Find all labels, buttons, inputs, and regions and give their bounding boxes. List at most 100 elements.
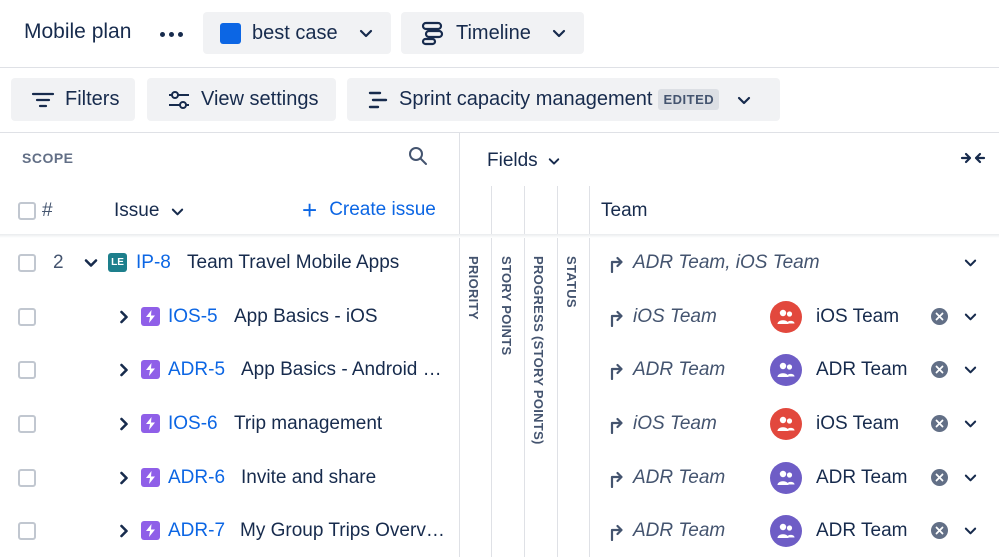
team-cell[interactable]: ADR Team ADR Team bbox=[600, 343, 999, 396]
chevron-down-icon[interactable] bbox=[964, 524, 977, 537]
fields-label: Fields bbox=[487, 150, 538, 171]
row-checkbox[interactable] bbox=[18, 521, 36, 540]
issue-key-link[interactable]: IOS-6 bbox=[168, 413, 218, 435]
sprint-capacity-label: Sprint capacity management bbox=[399, 88, 653, 110]
field-column-divider bbox=[524, 186, 525, 557]
status-column-header[interactable]: STATUS bbox=[564, 256, 579, 308]
issue-key-link[interactable]: ADR-6 bbox=[168, 467, 225, 489]
team-rollup-label: iOS Team bbox=[633, 412, 717, 434]
more-actions-icon[interactable] bbox=[156, 20, 186, 48]
row-checkbox[interactable] bbox=[18, 414, 36, 433]
fields-dropdown[interactable]: Fields bbox=[487, 150, 560, 172]
team-rollup-label: ADR Team bbox=[633, 358, 726, 380]
row-checkbox[interactable] bbox=[18, 307, 36, 326]
search-icon[interactable] bbox=[408, 146, 428, 166]
team-avatar-icon bbox=[770, 514, 802, 547]
team-avatar-icon bbox=[770, 461, 802, 494]
clear-icon[interactable] bbox=[931, 469, 948, 486]
table-row[interactable]: IOS-5 App Basics - iOS bbox=[0, 290, 459, 343]
story-points-column-header[interactable]: STORY POINTS bbox=[499, 256, 514, 355]
chevron-right-icon[interactable] bbox=[117, 417, 131, 431]
filter-icon bbox=[31, 92, 55, 107]
create-issue-label: Create issue bbox=[329, 199, 436, 220]
clear-icon[interactable] bbox=[931, 415, 948, 432]
team-cell[interactable]: iOS Team iOS Team bbox=[600, 290, 999, 343]
view-dropdown[interactable]: Timeline bbox=[401, 12, 584, 54]
table-row[interactable]: ADR-5 App Basics - Android … bbox=[0, 343, 459, 396]
chevron-down-icon[interactable] bbox=[964, 256, 977, 269]
team-cell[interactable]: ADR Team ADR Team bbox=[600, 504, 999, 557]
issue-key-link[interactable]: ADR-7 bbox=[168, 520, 225, 542]
view-settings-button[interactable]: View settings bbox=[147, 78, 336, 121]
plus-icon: + bbox=[302, 194, 318, 225]
team-rollup: ADR Team bbox=[608, 359, 725, 381]
issue-key-link[interactable]: ADR-5 bbox=[168, 359, 225, 381]
create-issue-button[interactable]: + Create issue bbox=[302, 194, 436, 225]
clear-icon[interactable] bbox=[931, 308, 948, 325]
team-rollup-label: ADR Team, iOS Team bbox=[633, 251, 820, 273]
row-checkbox[interactable] bbox=[18, 253, 36, 272]
plan-header: Mobile plan best case Timeline bbox=[0, 0, 999, 68]
view-label: Timeline bbox=[456, 21, 531, 44]
team-cell[interactable]: iOS Team iOS Team bbox=[600, 397, 999, 450]
filters-button[interactable]: Filters bbox=[11, 78, 135, 121]
row-rank: 2 bbox=[53, 251, 64, 273]
team-cell[interactable]: ADR Team ADR Team bbox=[600, 451, 999, 504]
issue-column-header[interactable]: Issue bbox=[114, 186, 184, 236]
issue-key-link[interactable]: IOS-5 bbox=[168, 306, 218, 328]
chevron-right-icon[interactable] bbox=[117, 310, 131, 324]
row-checkbox[interactable] bbox=[18, 360, 36, 379]
view-settings-label: View settings bbox=[201, 88, 319, 110]
chevron-down-icon bbox=[552, 29, 566, 38]
table-row[interactable]: IOS-6 Trip management bbox=[0, 397, 459, 450]
progress-column-header[interactable]: PROGRESS (STORY POINTS) bbox=[531, 256, 546, 445]
team-avatar-icon bbox=[770, 300, 802, 333]
chevron-down-icon[interactable] bbox=[964, 471, 977, 484]
select-all-checkbox[interactable] bbox=[18, 186, 36, 236]
rollup-arrow-icon bbox=[610, 310, 623, 327]
sprint-capacity-button[interactable]: Sprint capacity management EDITED bbox=[347, 78, 780, 121]
chevron-right-icon[interactable] bbox=[117, 471, 131, 485]
issue-title: Team Travel Mobile Apps bbox=[187, 251, 400, 273]
edited-badge: EDITED bbox=[658, 89, 720, 110]
rollup-arrow-icon bbox=[610, 256, 623, 273]
chevron-down-icon[interactable] bbox=[964, 363, 977, 376]
chevron-down-icon bbox=[359, 29, 373, 38]
scenario-color-swatch bbox=[220, 22, 241, 44]
field-column-divider bbox=[589, 186, 590, 557]
chevron-down-icon[interactable] bbox=[84, 256, 98, 270]
clear-icon[interactable] bbox=[931, 361, 948, 378]
clear-icon[interactable] bbox=[931, 522, 948, 539]
team-rollup: ADR Team, iOS Team bbox=[608, 252, 820, 274]
chevron-right-icon[interactable] bbox=[117, 524, 131, 538]
issue-key-link[interactable]: IP-8 bbox=[136, 252, 171, 274]
team-cell[interactable]: ADR Team, iOS Team bbox=[600, 236, 999, 289]
row-checkbox[interactable] bbox=[18, 468, 36, 487]
plan-title: Mobile plan bbox=[24, 20, 132, 43]
chevron-down-icon[interactable] bbox=[964, 310, 977, 323]
table-row[interactable]: ADR-6 Invite and share bbox=[0, 451, 459, 504]
capacity-icon bbox=[368, 91, 388, 108]
team-avatar-icon bbox=[770, 353, 802, 386]
lightning-icon bbox=[141, 307, 160, 326]
table-row[interactable]: 2 LE IP-8 Team Travel Mobile Apps bbox=[0, 236, 459, 289]
chevron-down-icon[interactable] bbox=[964, 417, 977, 430]
issue-title: Trip management bbox=[234, 412, 383, 434]
chevron-right-icon[interactable] bbox=[117, 363, 131, 377]
chevron-down-icon bbox=[548, 158, 559, 165]
issue-title: App Basics - Android … bbox=[241, 358, 442, 380]
collapse-fields-icon[interactable] bbox=[960, 149, 986, 167]
plan-toolbar: Filters View settings Sprint capacity ma… bbox=[0, 68, 999, 133]
scenario-label: best case bbox=[252, 21, 338, 44]
team-name: ADR Team bbox=[816, 466, 908, 488]
table-row[interactable]: ADR-7 My Group Trips Overv… bbox=[0, 504, 459, 557]
team-rollup: iOS Team bbox=[608, 306, 717, 328]
rollup-arrow-icon bbox=[610, 524, 623, 541]
priority-column-header[interactable]: PRIORITY bbox=[466, 256, 481, 320]
team-rollup: ADR Team bbox=[608, 520, 725, 542]
team-rollup-label: ADR Team bbox=[633, 519, 726, 541]
scenario-dropdown[interactable]: best case bbox=[203, 12, 391, 54]
scope-fields-divider[interactable] bbox=[459, 133, 460, 557]
issue-column-label: Issue bbox=[114, 200, 160, 221]
timeline-icon bbox=[421, 21, 444, 46]
